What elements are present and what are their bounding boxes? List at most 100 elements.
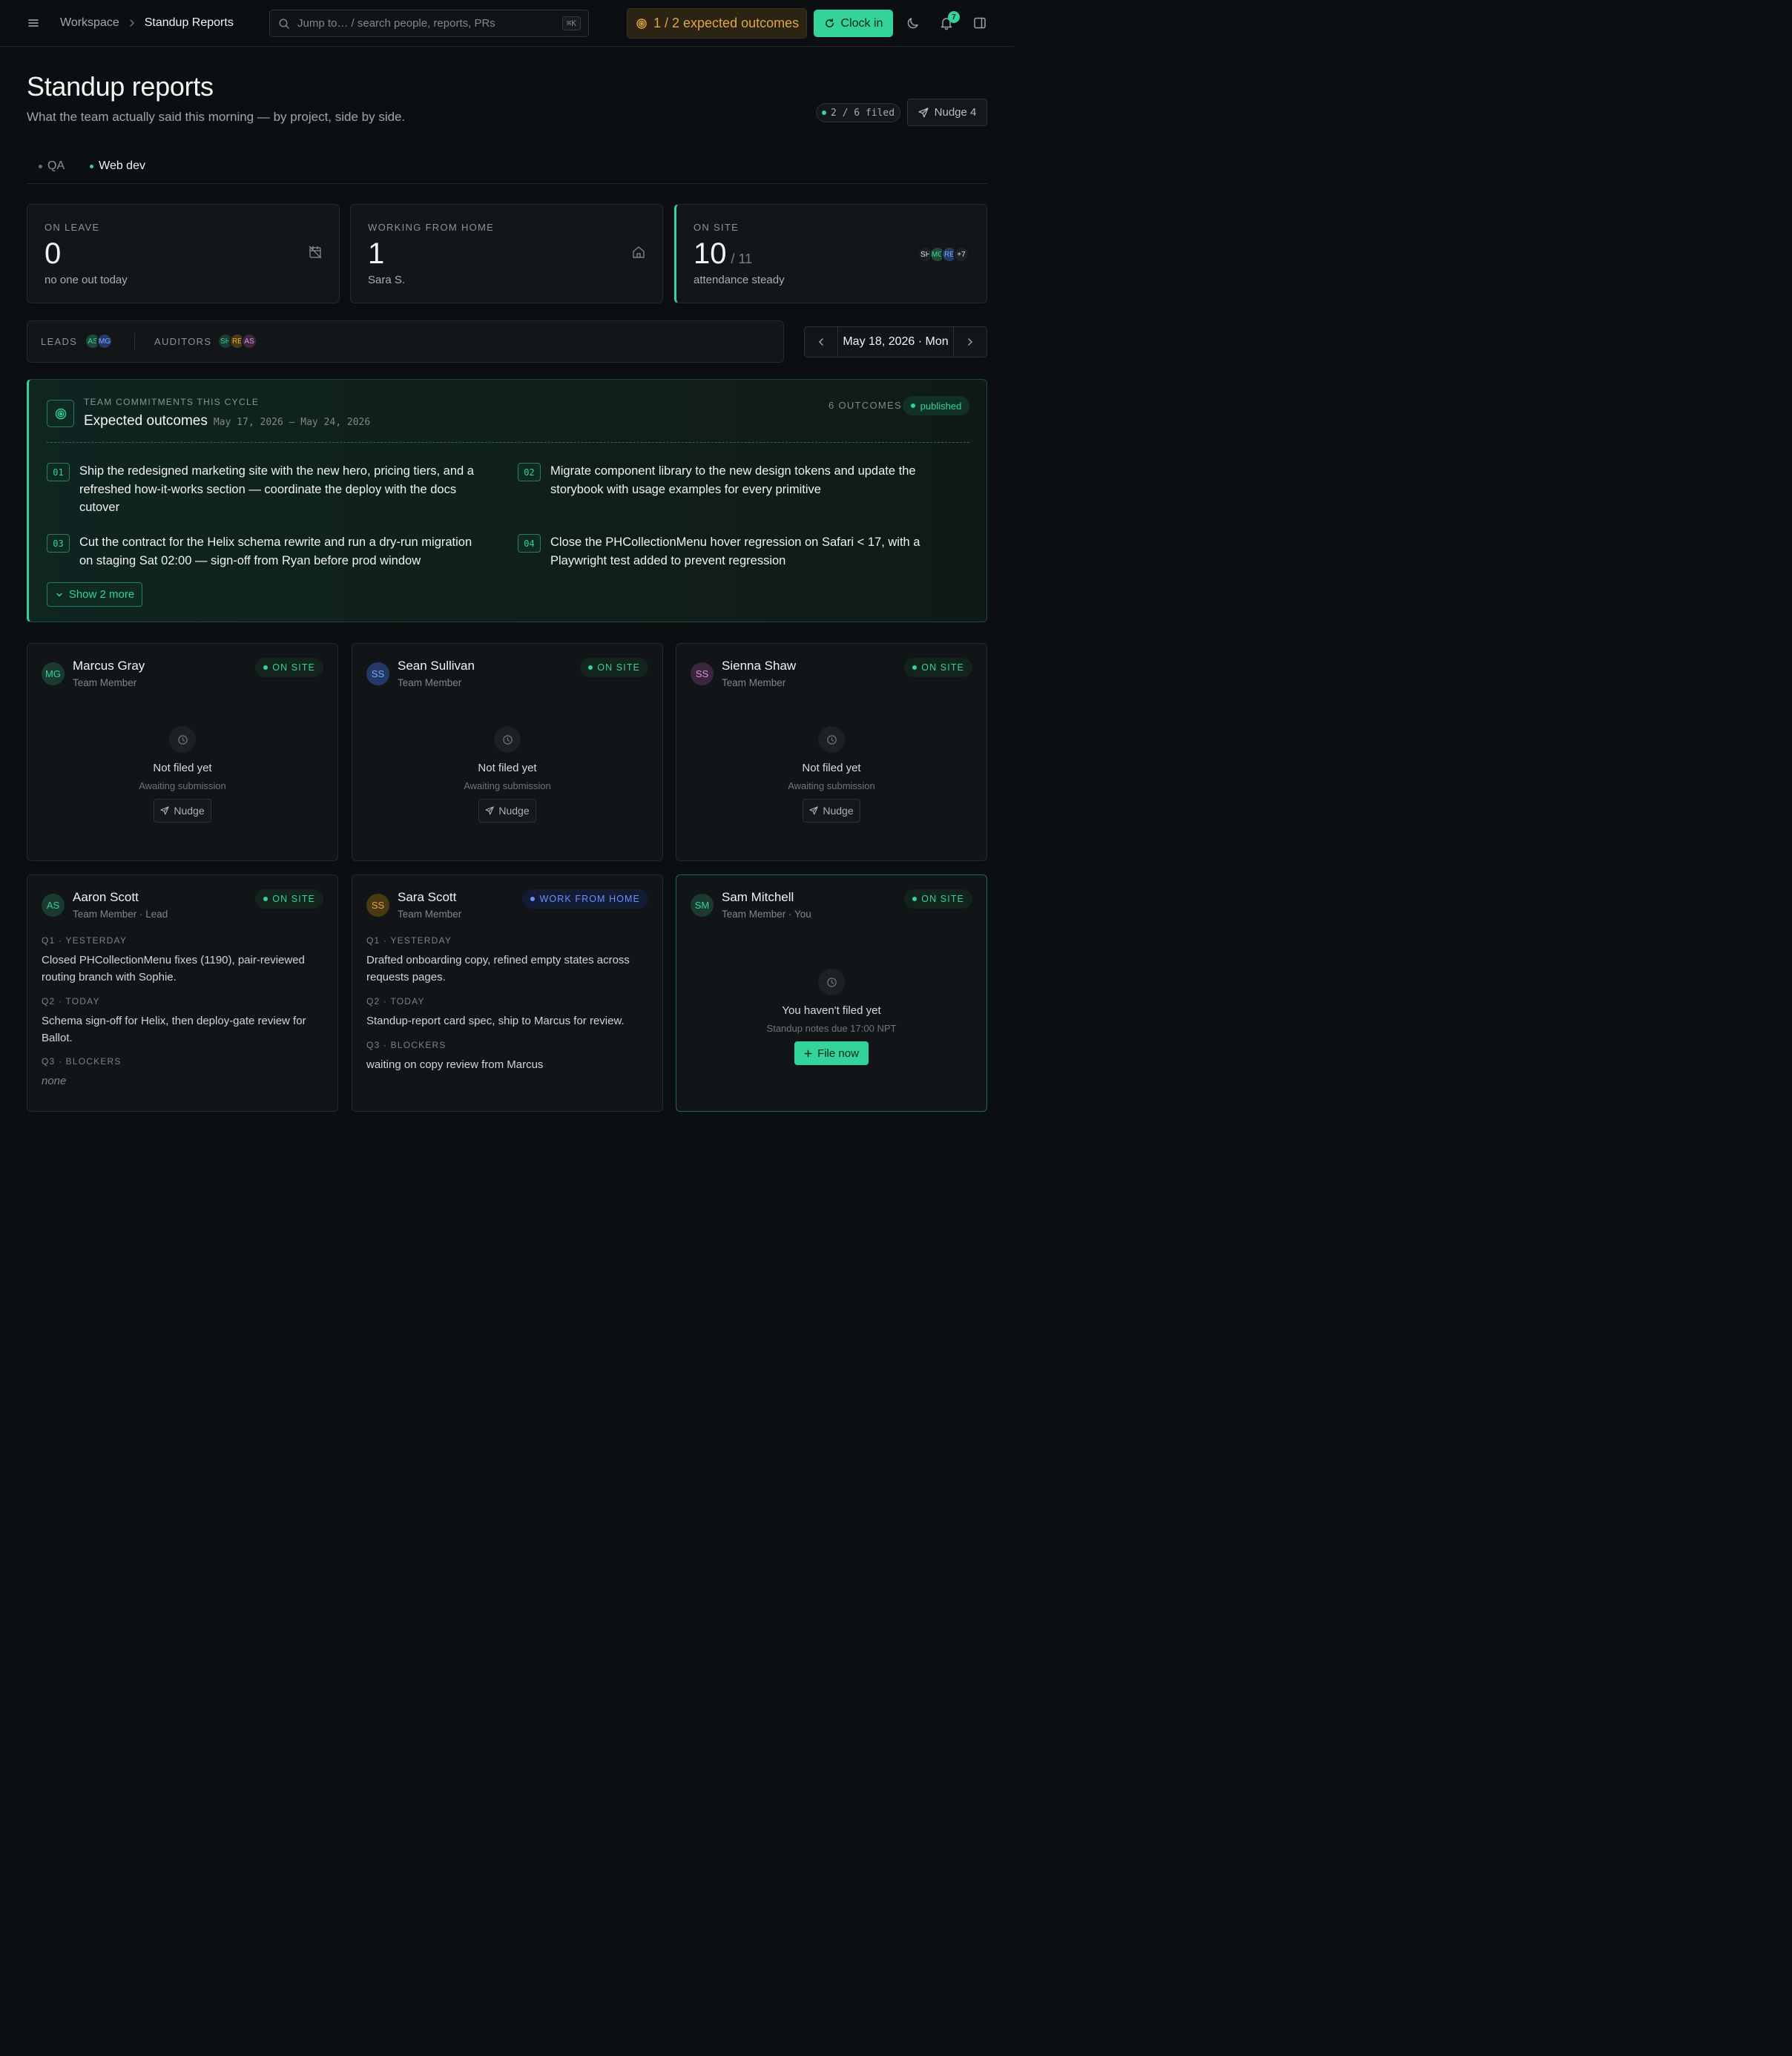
stat-sub: Sara S. [368, 274, 406, 286]
tab-web-dev[interactable]: Web dev [90, 154, 145, 178]
empty-title: Not filed yet [478, 762, 537, 774]
search-shortcut: ⌘K [561, 16, 581, 30]
member-name[interactable]: Sara Scott [398, 890, 456, 905]
avatar-more-count: +7 [953, 246, 969, 263]
stat-working-from-home: WORKING FROM HOME 1 Sara S. [350, 204, 663, 303]
on-site-avatars[interactable]: SH MG RE +7 [918, 246, 969, 263]
tab-dot [39, 164, 42, 168]
empty-subtitle: Awaiting submission [139, 780, 226, 791]
member-name[interactable]: Sean Sullivan [398, 659, 475, 673]
tab-qa[interactable]: QA [39, 154, 65, 178]
leads-avatars[interactable]: AS MG [85, 333, 113, 349]
stat-sub: attendance steady [694, 274, 785, 286]
show-more-button[interactable]: Show 2 more [47, 582, 142, 607]
stat-value: 0 [45, 237, 62, 270]
member-card-self: SM Sam Mitchell Team Member · You ON SIT… [676, 874, 987, 1112]
standup-answer: Q2 · TODAY Schema sign-off for Helix, th… [42, 996, 327, 1047]
member-card: SS Sean Sullivan Team Member ON SITE Not… [352, 643, 663, 861]
roles-bar: LEADS AS MG AUDITORS SH RE AS [27, 320, 784, 363]
question-label: Q2 · TODAY [366, 996, 425, 1006]
chevron-down-icon [55, 590, 64, 599]
send-icon [160, 806, 170, 815]
stat-on-site: ON SITE 10/ 11 attendance steady SH MG R… [674, 204, 987, 303]
standup-answer: Q3 · BLOCKERS none [42, 1056, 327, 1090]
stat-total: / 11 [731, 251, 753, 266]
empty-title: Not filed yet [802, 762, 861, 774]
menu-icon[interactable] [27, 16, 40, 30]
avatar: SS [691, 662, 714, 685]
outcome-text: Cut the contract for the Helix schema re… [79, 536, 472, 567]
standup-answer: Q2 · TODAY Standup-report card spec, shi… [366, 996, 652, 1029]
empty-state: Not filed yet Awaiting submission Nudge [352, 726, 662, 823]
member-name[interactable]: Sienna Shaw [722, 659, 796, 673]
status-badge: ON SITE [255, 889, 323, 909]
member-name[interactable]: Sam Mitchell [722, 890, 794, 905]
empty-state: Not filed yet Awaiting submission Nudge [676, 726, 986, 823]
status-dot [263, 665, 269, 670]
answer-text: Closed PHCollectionMenu fixes (1190), pa… [42, 954, 305, 983]
outcomes-title: Expected outcomes May 17, 2026 — May 24, … [84, 413, 371, 429]
moon-icon[interactable] [906, 16, 920, 30]
outcome-item: 01 Ship the redesigned marketing site wi… [47, 462, 477, 517]
nudge-button[interactable]: Nudge [803, 799, 860, 823]
outcome-number: 03 [47, 534, 70, 553]
member-card: AS Aaron Scott Team Member · Lead ON SIT… [27, 874, 338, 1112]
outcome-number: 02 [518, 463, 541, 481]
status-dot [910, 403, 915, 408]
show-more-label: Show 2 more [68, 588, 135, 601]
breadcrumb: Workspace Standup Reports [60, 15, 234, 31]
member-role: Team Member [398, 909, 462, 920]
expected-outcomes-pill[interactable]: 1 / 2 expected outcomes [627, 8, 807, 39]
member-role: Team Member · You [722, 909, 811, 920]
outcomes-kicker: TEAM COMMITMENTS THIS CYCLE [84, 397, 260, 407]
auditors-avatars[interactable]: SH RE AS [217, 333, 257, 349]
panel-toggle-icon[interactable] [972, 16, 987, 30]
date-navigator: May 18, 2026 · Mon [804, 326, 987, 358]
avatar: AS [241, 333, 257, 349]
answer-text: Standup-report card spec, ship to Marcus… [366, 1015, 625, 1027]
breadcrumb-workspace[interactable]: Workspace [60, 16, 119, 30]
current-date[interactable]: May 18, 2026 · Mon [837, 327, 954, 357]
question-label: Q3 · BLOCKERS [366, 1040, 447, 1050]
tab-label: Web dev [99, 159, 145, 172]
stat-label: ON SITE [694, 222, 739, 233]
clock-icon [494, 726, 521, 753]
empty-subtitle: Standup notes due 17:00 NPT [766, 1023, 897, 1034]
leads-label: LEADS [41, 336, 78, 347]
outcome-item: 04 Close the PHCollectionMenu hover regr… [518, 533, 948, 570]
search-input[interactable]: Jump to… / search people, reports, PRs ⌘… [269, 10, 589, 37]
answer-text: Drafted onboarding copy, refined empty s… [366, 954, 630, 983]
outcome-number: 01 [47, 463, 70, 481]
previous-day-button[interactable] [805, 327, 837, 357]
answer-text: none [42, 1075, 67, 1087]
member-role: Team Member · Lead [73, 909, 168, 920]
member-card: MG Marcus Gray Team Member ON SITE Not f… [27, 643, 338, 861]
clock-in-label: Clock in [840, 16, 883, 30]
empty-state: You haven't filed yet Standup notes due … [676, 969, 986, 1065]
tab-dot [90, 164, 94, 168]
calendar-off-icon [308, 245, 323, 260]
status-dot [912, 897, 918, 901]
next-day-button[interactable] [954, 327, 986, 357]
empty-subtitle: Awaiting submission [464, 780, 551, 791]
auditors-label: AUDITORS [154, 336, 212, 347]
top-bar: Workspace Standup Reports Jump to… / sea… [0, 0, 1014, 47]
member-name[interactable]: Aaron Scott [73, 890, 139, 905]
clock-icon [818, 726, 845, 753]
search-placeholder: Jump to… / search people, reports, PRs [297, 17, 495, 30]
stat-label: ON LEAVE [45, 222, 100, 233]
standup-answer: Q3 · BLOCKERS waiting on copy review fro… [366, 1040, 652, 1073]
clock-in-button[interactable]: Clock in [814, 10, 893, 37]
send-icon [918, 107, 929, 118]
nudge-button[interactable]: Nudge [154, 799, 211, 823]
empty-subtitle: Awaiting submission [788, 780, 875, 791]
divider [47, 442, 969, 443]
avatar: MG [42, 662, 65, 685]
file-now-button[interactable]: File now [794, 1041, 869, 1065]
nudge-button[interactable]: Nudge [478, 799, 536, 823]
search-icon [278, 18, 290, 30]
empty-title: You haven't filed yet [782, 1004, 881, 1017]
nudge-all-button[interactable]: Nudge 4 [907, 99, 987, 126]
chevron-right-icon [127, 18, 137, 28]
member-name[interactable]: Marcus Gray [73, 659, 145, 673]
